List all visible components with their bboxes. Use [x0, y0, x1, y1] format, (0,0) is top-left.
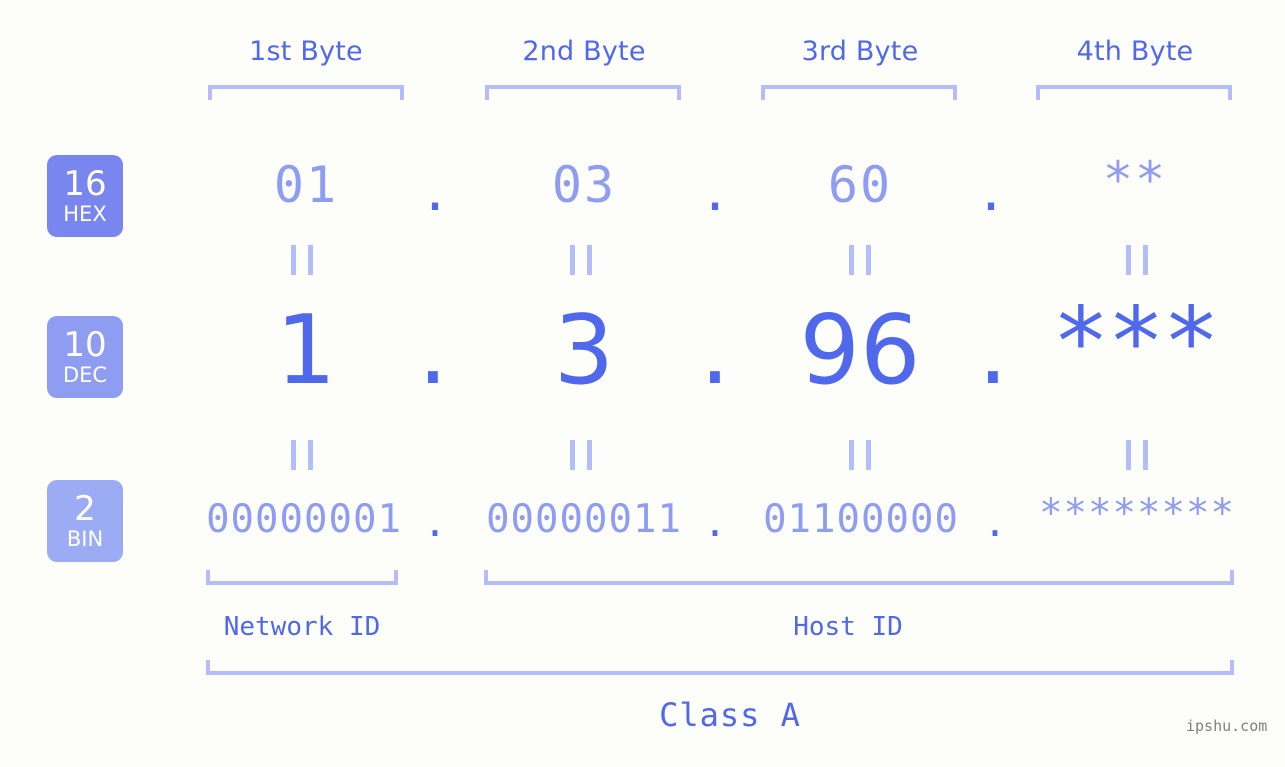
byte-bracket-1 [208, 85, 404, 100]
base-badge-hex: 16 HEX [47, 155, 123, 237]
byte-bracket-4 [1036, 85, 1232, 100]
equals-icon-hex-dec-2 [570, 245, 592, 275]
ip-address-breakdown-diagram: 1st Byte 2nd Byte 3rd Byte 4th Byte 16 H… [0, 0, 1285, 767]
equals-icon-dec-bin-2 [570, 440, 592, 470]
byte-bracket-3 [761, 85, 957, 100]
hex-byte-4: ** [1102, 151, 1168, 209]
base-badge-hex-number: 16 [63, 164, 107, 204]
hex-separator-2: . [699, 164, 731, 222]
bin-separator-1: . [423, 501, 447, 546]
host-id-bracket [484, 570, 1234, 585]
dec-byte-4: *** [1052, 288, 1220, 398]
byte-bracket-2 [485, 85, 681, 100]
dec-byte-1: 1 [275, 296, 337, 406]
equals-icon-hex-dec-4 [1126, 245, 1148, 275]
class-bracket [206, 660, 1234, 675]
dec-separator-3: . [977, 296, 1009, 406]
byte-header-2: 2nd Byte [522, 36, 646, 67]
base-badge-dec-name: DEC [62, 363, 108, 387]
hex-byte-3: 60 [827, 156, 893, 214]
hex-separator-1: . [419, 164, 451, 222]
base-badge-bin-name: BIN [66, 527, 104, 551]
byte-header-4: 4th Byte [1076, 36, 1194, 67]
host-id-label: Host ID [793, 612, 903, 642]
bin-byte-1: 00000001 [206, 497, 402, 542]
dec-byte-3: 96 [799, 296, 921, 406]
site-watermark: ipshu.com [1186, 717, 1268, 735]
base-badge-bin: 2 BIN [47, 480, 123, 562]
hex-byte-2: 03 [551, 156, 617, 214]
equals-icon-hex-dec-1 [291, 245, 313, 275]
hex-byte-1: 01 [273, 156, 339, 214]
base-badge-dec: 10 DEC [47, 316, 123, 398]
dec-byte-2: 3 [553, 296, 615, 406]
base-badge-dec-number: 10 [63, 325, 107, 365]
bin-byte-4: ******** [1039, 491, 1235, 536]
bin-byte-2: 00000011 [486, 497, 682, 542]
dec-separator-1: . [417, 296, 449, 406]
bin-separator-3: . [983, 501, 1007, 546]
dec-separator-2: . [699, 296, 731, 406]
equals-icon-dec-bin-4 [1126, 440, 1148, 470]
equals-icon-dec-bin-1 [291, 440, 313, 470]
base-badge-hex-name: HEX [63, 202, 107, 226]
network-id-bracket [206, 570, 398, 585]
class-label: Class A [659, 696, 801, 734]
bin-separator-2: . [703, 501, 727, 546]
network-id-label: Network ID [223, 612, 381, 642]
equals-icon-hex-dec-3 [849, 245, 871, 275]
byte-header-1: 1st Byte [249, 36, 363, 67]
hex-separator-3: . [975, 164, 1007, 222]
equals-icon-dec-bin-3 [849, 440, 871, 470]
base-badge-bin-number: 2 [74, 489, 96, 529]
byte-header-3: 3rd Byte [801, 36, 919, 67]
bin-byte-3: 01100000 [763, 497, 959, 542]
